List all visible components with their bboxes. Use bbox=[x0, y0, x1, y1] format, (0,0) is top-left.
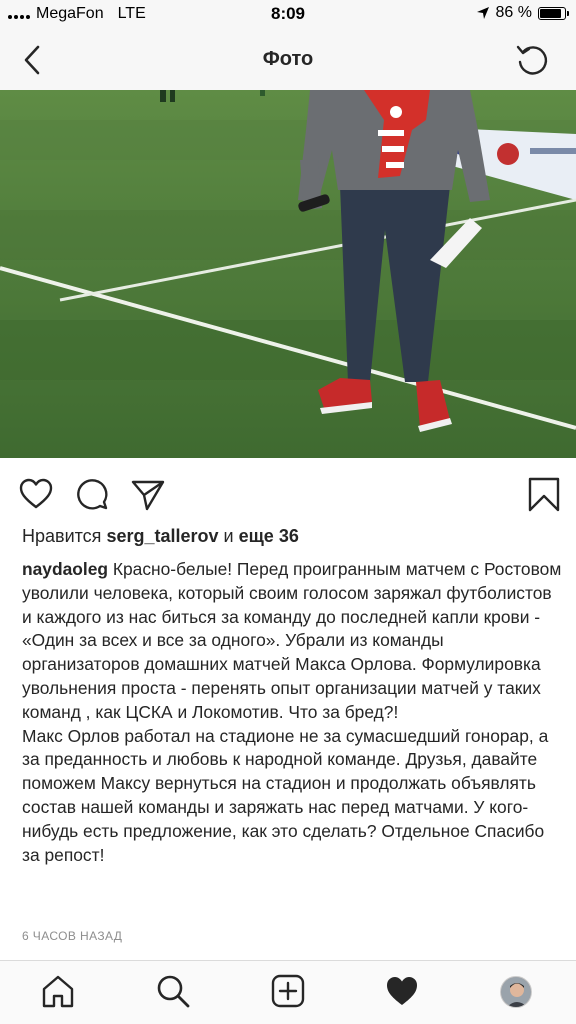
status-right: 86 % bbox=[476, 4, 569, 22]
battery-level bbox=[540, 8, 561, 18]
likes-prefix: Нравится bbox=[22, 526, 102, 546]
page-title: Фото bbox=[262, 48, 314, 70]
refresh-button[interactable] bbox=[514, 42, 550, 78]
post-timestamp: 6 ЧАСОВ НАЗАД bbox=[22, 929, 123, 943]
search-icon bbox=[157, 975, 190, 1008]
tab-new-post[interactable] bbox=[270, 973, 306, 1009]
tab-search[interactable] bbox=[155, 973, 191, 1009]
like-button[interactable] bbox=[18, 476, 54, 512]
likes-conjunction: и bbox=[223, 526, 234, 546]
tab-home[interactable] bbox=[40, 973, 76, 1009]
profile-avatar bbox=[501, 977, 531, 1007]
tab-profile[interactable] bbox=[500, 976, 532, 1008]
activity-heart-icon bbox=[387, 977, 417, 1005]
bookmark-icon bbox=[528, 477, 560, 512]
location-arrow-icon bbox=[476, 7, 489, 19]
status-bar: MegaFon LTE 8:09 86 % bbox=[0, 0, 576, 30]
liker-username[interactable]: serg_tallerov bbox=[106, 526, 218, 546]
save-button[interactable] bbox=[526, 476, 562, 512]
post-photo[interactable] bbox=[0, 90, 576, 458]
caption-text-2: Макс Орлов работал на стадионе не за сум… bbox=[22, 725, 549, 865]
post-author[interactable]: naydaoleg bbox=[22, 559, 108, 579]
battery-icon bbox=[538, 6, 569, 20]
share-button[interactable] bbox=[130, 476, 166, 512]
tab-bar bbox=[0, 960, 576, 1024]
likes-line: Нравится serg_tallerov и еще 36 bbox=[22, 526, 299, 547]
battery-percent: 86 % bbox=[495, 4, 532, 21]
comment-button[interactable] bbox=[74, 476, 110, 512]
comment-icon bbox=[77, 479, 108, 510]
caption-text-1: Красно-белые! Перед проигранным матчем с… bbox=[22, 559, 562, 722]
stadium-photo bbox=[0, 90, 576, 458]
post-actions bbox=[0, 470, 576, 516]
caption-paragraph-1: naydaoleg Красно-белые! Перед проигранны… bbox=[22, 558, 562, 725]
new-post-icon bbox=[271, 974, 305, 1008]
home-icon bbox=[42, 975, 74, 1008]
post-caption: naydaoleg Красно-белые! Перед проигранны… bbox=[22, 558, 562, 867]
refresh-icon bbox=[516, 45, 548, 75]
heart-icon bbox=[19, 478, 53, 509]
tab-activity[interactable] bbox=[384, 973, 420, 1009]
likes-count[interactable]: еще 36 bbox=[239, 526, 299, 546]
share-icon bbox=[131, 480, 165, 511]
nav-bar: Фото bbox=[0, 30, 576, 90]
